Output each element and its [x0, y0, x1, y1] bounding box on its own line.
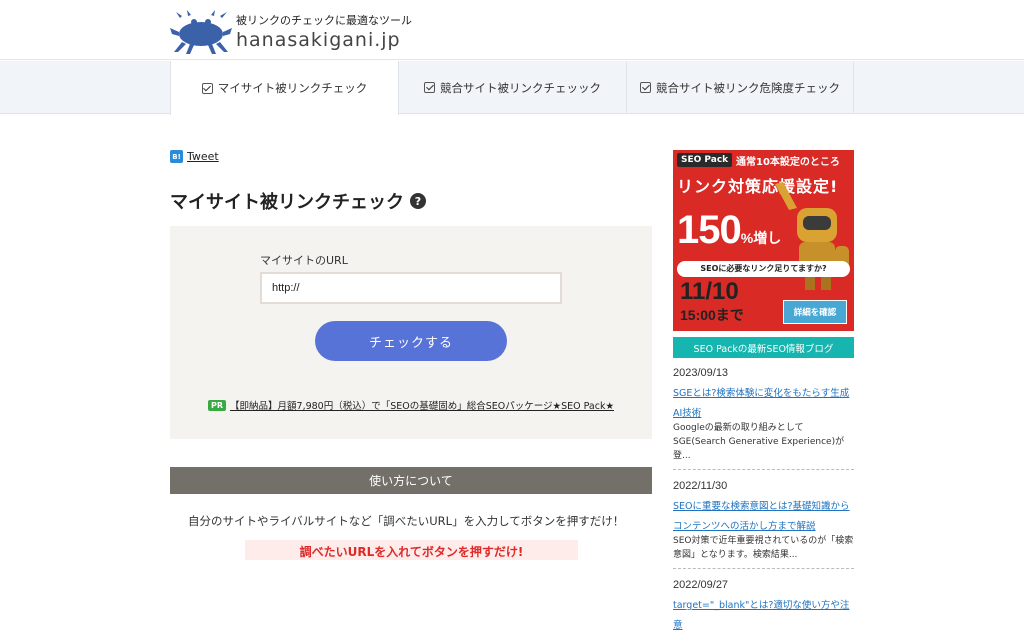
- blog-post-title[interactable]: target="_blank"とは?適切な使い方や注意: [673, 600, 849, 631]
- checkbox-icon: [201, 82, 213, 94]
- share-buttons: B! Tweet: [170, 150, 219, 163]
- tab-label: 競合サイト被リンク危険度チェック: [656, 80, 840, 95]
- ad-percentage: 150%増し: [677, 208, 781, 253]
- blog-post-date: 2022/09/27: [673, 579, 729, 591]
- url-label: マイサイトのURL: [260, 254, 348, 267]
- ad-detail-button[interactable]: 詳細を確認: [783, 300, 847, 324]
- tab-label: マイサイト被リンクチェック: [217, 81, 368, 95]
- howto-text: 自分のサイトやライバルサイトなど「調べたいURL」を入力してボタンを押すだけ！: [188, 514, 625, 528]
- blog-post-excerpt: Googleの最新の取り組みとしてSGE(Search Generative E…: [673, 423, 845, 461]
- site-header: 被リンクのチェックに最適なツール hanasakigani.jp: [0, 0, 1024, 60]
- checkbox-icon: [640, 82, 651, 93]
- url-check-form: マイサイトのURL チェックする PR【即納品】月額7,980円（税込）で「SE…: [170, 226, 652, 439]
- site-tagline: 被リンクのチェックに最適なツール: [236, 14, 412, 27]
- ad-top-text: 通常10本設定のところ: [736, 157, 840, 168]
- tab-competitor-backlink-check[interactable]: 競合サイト被リンクチェッック: [399, 61, 627, 114]
- ad-subtext: SEOに必要なリンク足りてますか?: [677, 261, 850, 277]
- site-logo[interactable]: 被リンクのチェックに最適なツール hanasakigani.jp: [170, 8, 412, 54]
- hatena-bookmark-icon[interactable]: B!: [170, 150, 183, 163]
- pr-badge: PR: [208, 400, 227, 411]
- main-content: B! Tweet マイサイト被リンクチェック ? マイサイトのURL チェックす…: [170, 114, 652, 560]
- blog-post-list: 2023/09/13 SGEとは?検索体験に変化をもたらす生成AI技術 Goog…: [673, 362, 854, 644]
- ad-big-suffix: %増し: [740, 230, 782, 246]
- blog-post-title[interactable]: SGEとは?検索体験に変化をもたらす生成AI技術: [673, 388, 849, 419]
- ad-time: 15:00まで: [680, 307, 744, 323]
- main-nav: マイサイト被リンクチェック 競合サイト被リンクチェッック 競合サイト被リンク危険…: [0, 61, 1024, 115]
- blog-post-date: 2023/09/13: [673, 367, 729, 379]
- blog-post: 2022/11/30 SEOに重要な検索意図とは?基礎知識からコンテンツへの活か…: [673, 475, 854, 569]
- seo-pack-ad-banner[interactable]: SEO Pack 通常10本設定のところ リンク対策応援設定! 150%増し S…: [673, 150, 854, 331]
- url-input[interactable]: [260, 272, 562, 304]
- crab-logo-icon: [170, 10, 232, 54]
- ad-date: 11/10: [680, 278, 739, 305]
- blog-post-date: 2022/11/30: [673, 480, 728, 492]
- page-title: マイサイト被リンクチェック ?: [170, 188, 426, 214]
- ad-logo: SEO Pack: [677, 153, 733, 167]
- tab-competitor-backlink-risk-check[interactable]: 競合サイト被リンク危険度チェック: [627, 61, 854, 114]
- tab-label: 競合サイト被リンクチェッック: [440, 80, 601, 95]
- blog-post: 2022/09/27 target="_blank"とは?適切な使い方や注意: [673, 574, 854, 639]
- howto-banner: 調べたいURLを入れてボタンを押すだけ!: [245, 540, 578, 560]
- site-domain: hanasakigani.jp: [236, 29, 401, 51]
- blog-post-excerpt: SEO対策で近年重要視されているのが「検索意図」となります。検索結果...: [673, 536, 854, 560]
- checkbox-icon: [424, 82, 435, 93]
- tweet-link[interactable]: Tweet: [187, 150, 219, 163]
- tab-mysite-backlink-check[interactable]: マイサイト被リンクチェック: [170, 61, 399, 115]
- pr-link[interactable]: 【即納品】月額7,980円（税込）で「SEOの基礎固め」総合SEOパッケージ★S…: [230, 401, 614, 412]
- ad-big-number: 150: [677, 208, 742, 252]
- blog-post: 2023/09/13 SGEとは?検索体験に変化をもたらす生成AI技術 Goog…: [673, 362, 854, 470]
- blog-heading[interactable]: SEO Packの最新SEO情報ブログ: [673, 337, 854, 358]
- pr-line: PR 【即納品】月額7,980円（税込）で「SEOの基礎固め」総合SEOパッケージ…: [170, 398, 652, 412]
- sidebar: SEO Pack 通常10本設定のところ リンク対策応援設定! 150%増し S…: [673, 150, 854, 631]
- page-title-text: マイサイト被リンクチェック: [170, 192, 404, 213]
- check-button[interactable]: チェックする: [315, 321, 507, 361]
- help-icon[interactable]: ?: [410, 193, 426, 209]
- blog-post-title[interactable]: SEOに重要な検索意図とは?基礎知識からコンテンツへの活かし方まで解説: [673, 501, 850, 532]
- howto-heading: 使い方について: [170, 467, 652, 494]
